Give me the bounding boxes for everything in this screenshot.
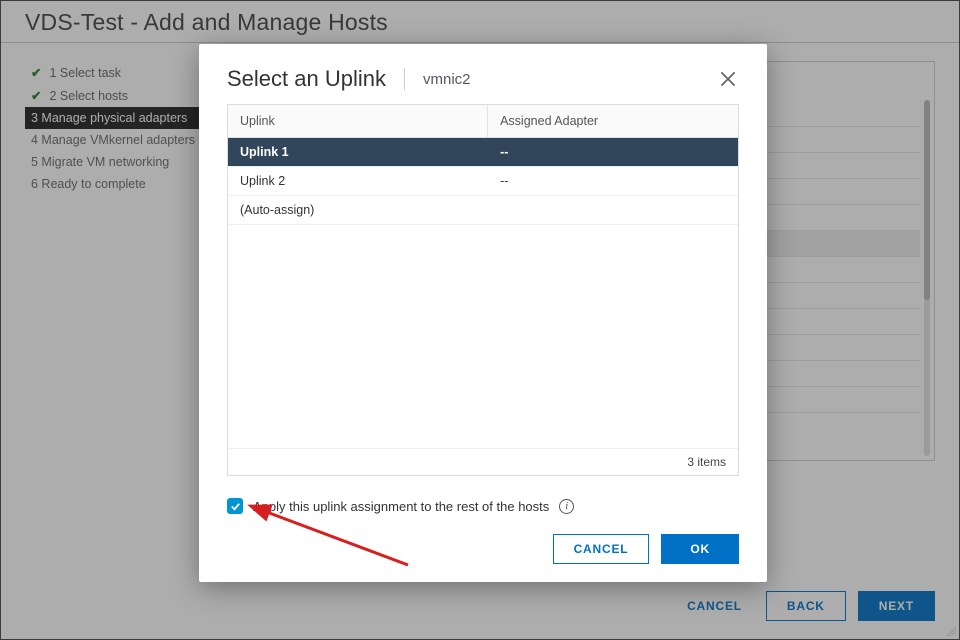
close-icon[interactable]	[717, 68, 739, 90]
resize-grip-icon[interactable]	[946, 626, 956, 636]
cell-uplink: Uplink 2	[228, 167, 488, 195]
modal-cancel-button[interactable]: CANCEL	[553, 534, 650, 564]
cell-uplink: (Auto-assign)	[228, 196, 488, 224]
modal-title: Select an Uplink	[227, 66, 386, 92]
cell-uplink: Uplink 1	[228, 138, 488, 166]
select-uplink-modal: Select an Uplink vmnic2 Uplink Assigned …	[199, 44, 767, 582]
info-icon[interactable]: i	[559, 499, 574, 514]
table-footer-count: 3 items	[228, 448, 738, 475]
apply-assignment-checkbox[interactable]	[227, 498, 243, 514]
modal-ok-button[interactable]: OK	[661, 534, 739, 564]
modal-subtitle: vmnic2	[423, 71, 471, 88]
table-row[interactable]: Uplink 1 --	[228, 138, 738, 167]
uplink-table: Uplink Assigned Adapter Uplink 1 -- Upli…	[227, 104, 739, 476]
col-assigned-adapter[interactable]: Assigned Adapter	[488, 105, 738, 137]
title-divider	[404, 68, 405, 90]
apply-assignment-label: Apply this uplink assignment to the rest…	[253, 499, 549, 514]
cell-assigned: --	[488, 138, 738, 166]
col-uplink[interactable]: Uplink	[228, 105, 488, 137]
table-row[interactable]: Uplink 2 --	[228, 167, 738, 196]
table-row[interactable]: (Auto-assign)	[228, 196, 738, 225]
cell-assigned: --	[488, 167, 738, 195]
cell-assigned	[488, 196, 738, 224]
